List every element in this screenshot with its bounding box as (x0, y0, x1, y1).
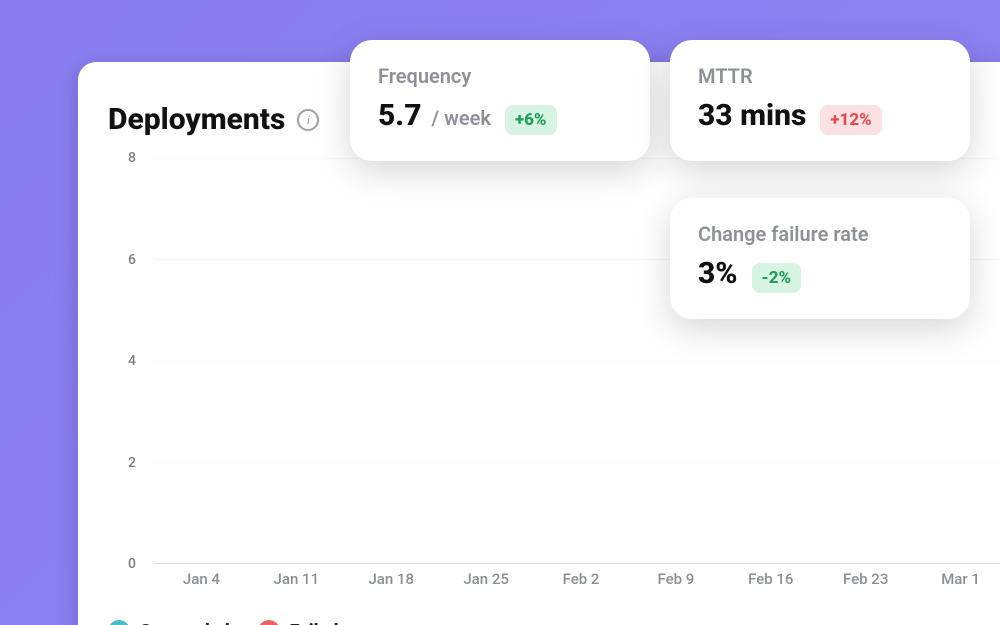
metric-value: 3% (698, 256, 738, 291)
metric-card-mttr[interactable]: MTTR 33 mins +12% (670, 40, 970, 161)
legend-label-succeeded: Succeeded (140, 621, 230, 625)
x-tick: Jan 11 (249, 564, 344, 592)
x-tick: Jan 18 (344, 564, 439, 592)
chart-legend: Succeeded Failed (108, 620, 338, 625)
metric-value-row: 5.7 / week +6% (378, 98, 622, 135)
metric-unit: / week (432, 106, 491, 130)
metric-value-row: 33 mins +12% (698, 98, 942, 135)
metric-value: 5.7 (378, 98, 422, 133)
metric-delta-badge: +6% (505, 105, 557, 135)
metric-title: Frequency (378, 64, 622, 88)
metric-card-frequency[interactable]: Frequency 5.7 / week +6% (350, 40, 650, 161)
y-axis: 02468 (108, 158, 144, 564)
metric-value-row: 3% -2% (698, 256, 942, 293)
y-tick: 2 (128, 455, 136, 471)
legend-item-failed: Failed (258, 620, 339, 625)
metric-card-change-failure-rate[interactable]: Change failure rate 3% -2% (670, 198, 970, 319)
x-tick: Feb 16 (723, 564, 818, 592)
legend-label-failed: Failed (290, 621, 339, 625)
metric-title: Change failure rate (698, 222, 942, 246)
y-tick: 8 (128, 150, 136, 166)
app-background: Deployments i 0 2 4 6 8 Jan 4Jan 11Jan 18Jan… (0, 0, 1000, 625)
metric-delta-badge: +12% (820, 105, 881, 135)
x-tick: Jan 4 (154, 564, 249, 592)
metric-value: 33 mins (698, 98, 806, 133)
x-axis: Jan 4Jan 11Jan 18Jan 25Feb 2Feb 9Feb 16F… (154, 564, 1000, 592)
y-tick: 4 (128, 353, 136, 369)
y-tick: 6 (128, 252, 136, 268)
x-tick: Feb 9 (628, 564, 723, 592)
metric-title: MTTR (698, 64, 942, 88)
legend-swatch-failed (258, 620, 280, 625)
y-tick: 0 (128, 556, 136, 572)
legend-item-succeeded: Succeeded (108, 620, 230, 625)
x-tick: Jan 25 (439, 564, 534, 592)
x-tick: Feb 2 (534, 564, 629, 592)
legend-swatch-succeeded (108, 620, 130, 625)
metric-delta-badge: -2% (752, 263, 802, 293)
info-icon[interactable]: i (297, 109, 319, 131)
x-tick: Feb 23 (818, 564, 913, 592)
panel-title: Deployments (108, 102, 285, 137)
x-tick: Mar 1 (913, 564, 1000, 592)
